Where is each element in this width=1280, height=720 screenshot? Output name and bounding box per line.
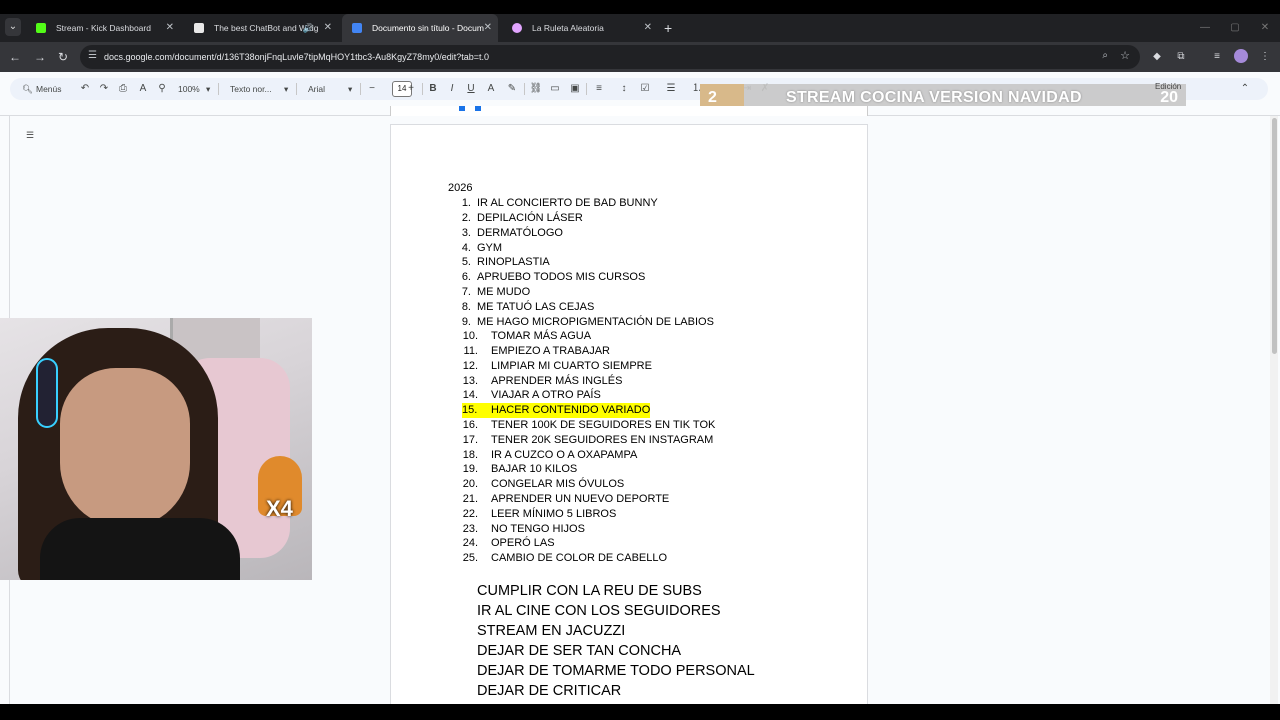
- tab-strip: ⌄ Stream - Kick Dashboard ✕ The best Cha…: [0, 14, 1280, 42]
- font-select[interactable]: Arial: [308, 78, 325, 100]
- editing-mode-select[interactable]: Edición: [1155, 82, 1181, 91]
- url-text: docs.google.com/document/d/136T38onjFnqL…: [104, 52, 489, 62]
- redo-icon[interactable]: ↷: [97, 78, 111, 100]
- ruleta-icon: [512, 23, 522, 33]
- close-tab-icon[interactable]: ✕: [484, 14, 492, 42]
- indent-marker[interactable]: [459, 106, 465, 111]
- tab-title: Documento sin título - Docum: [372, 23, 484, 33]
- extra-goal-line[interactable]: IR AL CINE CON LOS SEGUIDORES: [477, 601, 721, 621]
- new-tab-icon[interactable]: +: [664, 14, 678, 42]
- increase-font-icon[interactable]: +: [404, 78, 418, 100]
- streamer-face: [60, 368, 190, 528]
- maximize-icon[interactable]: ▢: [1220, 14, 1250, 42]
- divider: [218, 83, 219, 95]
- extension-icon[interactable]: ◆: [1150, 50, 1164, 64]
- horizontal-ruler: [0, 106, 1280, 116]
- indent-marker[interactable]: [475, 106, 481, 111]
- multiplier-label: X4: [266, 496, 293, 521]
- menu-icon[interactable]: ⋮: [1258, 50, 1272, 64]
- reload-icon[interactable]: ↻: [55, 49, 71, 65]
- extra-goal-line[interactable]: CUMPLIR CON LA REU DE SUBS: [477, 581, 702, 601]
- print-icon[interactable]: ⎙: [116, 78, 130, 100]
- checklist-icon[interactable]: ☑: [638, 78, 652, 100]
- puzzle-icon[interactable]: ⧉: [1174, 50, 1188, 64]
- document-outline-icon[interactable]: ☰: [22, 127, 38, 143]
- collapse-toolbar-icon[interactable]: ⌃: [1238, 78, 1252, 100]
- text-color-icon[interactable]: A: [484, 78, 498, 100]
- italic-icon[interactable]: I: [445, 78, 459, 100]
- scrollbar-thumb[interactable]: [1272, 118, 1277, 354]
- decrease-font-icon[interactable]: −: [365, 78, 379, 100]
- menus-search[interactable]: Menús: [36, 78, 62, 100]
- tab-google-docs[interactable]: Documento sin título - Docum ✕: [342, 14, 498, 42]
- align-icon[interactable]: ≡: [592, 78, 606, 100]
- tab-ruleta[interactable]: La Ruleta Aleatoria ✕: [502, 14, 658, 42]
- speaker-icon[interactable]: 🔊: [303, 14, 314, 42]
- line-spacing-icon[interactable]: ↕: [617, 78, 631, 100]
- extra-goal-line[interactable]: DEJAR DE SER TAN CONCHA: [477, 641, 681, 661]
- minimize-icon[interactable]: —: [1190, 14, 1220, 42]
- underline-icon[interactable]: U: [464, 78, 478, 100]
- comment-icon[interactable]: ▭: [548, 78, 562, 100]
- extra-goal-line[interactable]: DEJAR DE TOMARME TODO PERSONAL: [477, 661, 755, 681]
- tab-title: La Ruleta Aleatoria: [532, 23, 604, 33]
- divider: [586, 83, 587, 95]
- site-info-icon[interactable]: ☰: [88, 50, 97, 61]
- search-menus-icon[interactable]: 🔍︎: [22, 78, 33, 100]
- window-close-icon[interactable]: ✕: [1250, 14, 1280, 42]
- tab-chatbot[interactable]: The best ChatBot and Widg 🔊 ✕: [184, 14, 338, 42]
- paint-format-icon[interactable]: ⚲: [155, 78, 169, 100]
- bookmark-star-icon[interactable]: ☆: [1120, 49, 1130, 62]
- tab-search-icon[interactable]: ⌄: [5, 18, 21, 36]
- chevron-down-icon[interactable]: ▾: [348, 78, 352, 100]
- close-tab-icon[interactable]: ✕: [166, 14, 174, 42]
- link-icon[interactable]: ⛓: [529, 78, 543, 100]
- streamer-shirt: [40, 518, 240, 580]
- tab-title: Stream - Kick Dashboard: [56, 23, 151, 33]
- kick-icon: [36, 23, 46, 33]
- ruler-page-area: [390, 106, 868, 116]
- url-bar[interactable]: ☰ docs.google.com/document/d/136T38onjFn…: [80, 45, 1140, 69]
- chatbot-icon: [194, 23, 204, 33]
- spellcheck-icon[interactable]: A: [136, 78, 150, 100]
- webcam-overlay: X4: [0, 318, 312, 580]
- media-icon[interactable]: ≡: [1210, 50, 1224, 64]
- bold-icon[interactable]: B: [426, 78, 440, 100]
- close-tab-icon[interactable]: ✕: [324, 14, 332, 42]
- zoom-select[interactable]: 100%: [178, 78, 200, 100]
- style-select[interactable]: Texto nor...: [230, 78, 272, 100]
- image-icon[interactable]: ▣: [568, 78, 582, 100]
- document-year-heading[interactable]: 2026: [448, 182, 472, 194]
- profile-avatar[interactable]: [1234, 49, 1248, 63]
- docs-icon: [352, 23, 362, 33]
- extra-goal-line[interactable]: STREAM EN JACUZZI: [477, 621, 625, 641]
- divider: [296, 83, 297, 95]
- screen: ⌄ Stream - Kick Dashboard ✕ The best Cha…: [0, 0, 1280, 720]
- divider: [422, 83, 423, 95]
- zoom-icon[interactable]: ⌕: [1102, 50, 1108, 61]
- divider: [360, 83, 361, 95]
- top-bezel: [0, 0, 1280, 14]
- close-tab-icon[interactable]: ✕: [644, 14, 652, 42]
- headset-icon: [36, 358, 58, 428]
- chevron-down-icon[interactable]: ▾: [284, 78, 288, 100]
- forward-icon[interactable]: →: [32, 49, 48, 65]
- bottom-bezel: [0, 704, 1280, 720]
- address-bar: ← → ↻ ☰ docs.google.com/document/d/136T3…: [0, 42, 1280, 72]
- chevron-down-icon[interactable]: ▾: [206, 78, 210, 100]
- bullet-list-icon[interactable]: ☰: [664, 78, 678, 100]
- extra-goal-line[interactable]: DEJAR DE CRITICAR: [477, 681, 621, 701]
- undo-icon[interactable]: ↶: [78, 78, 92, 100]
- back-icon[interactable]: ←: [7, 49, 23, 65]
- highlight-icon[interactable]: ✎: [505, 78, 519, 100]
- tab-kick-dashboard[interactable]: Stream - Kick Dashboard ✕: [26, 14, 180, 42]
- divider: [524, 83, 525, 95]
